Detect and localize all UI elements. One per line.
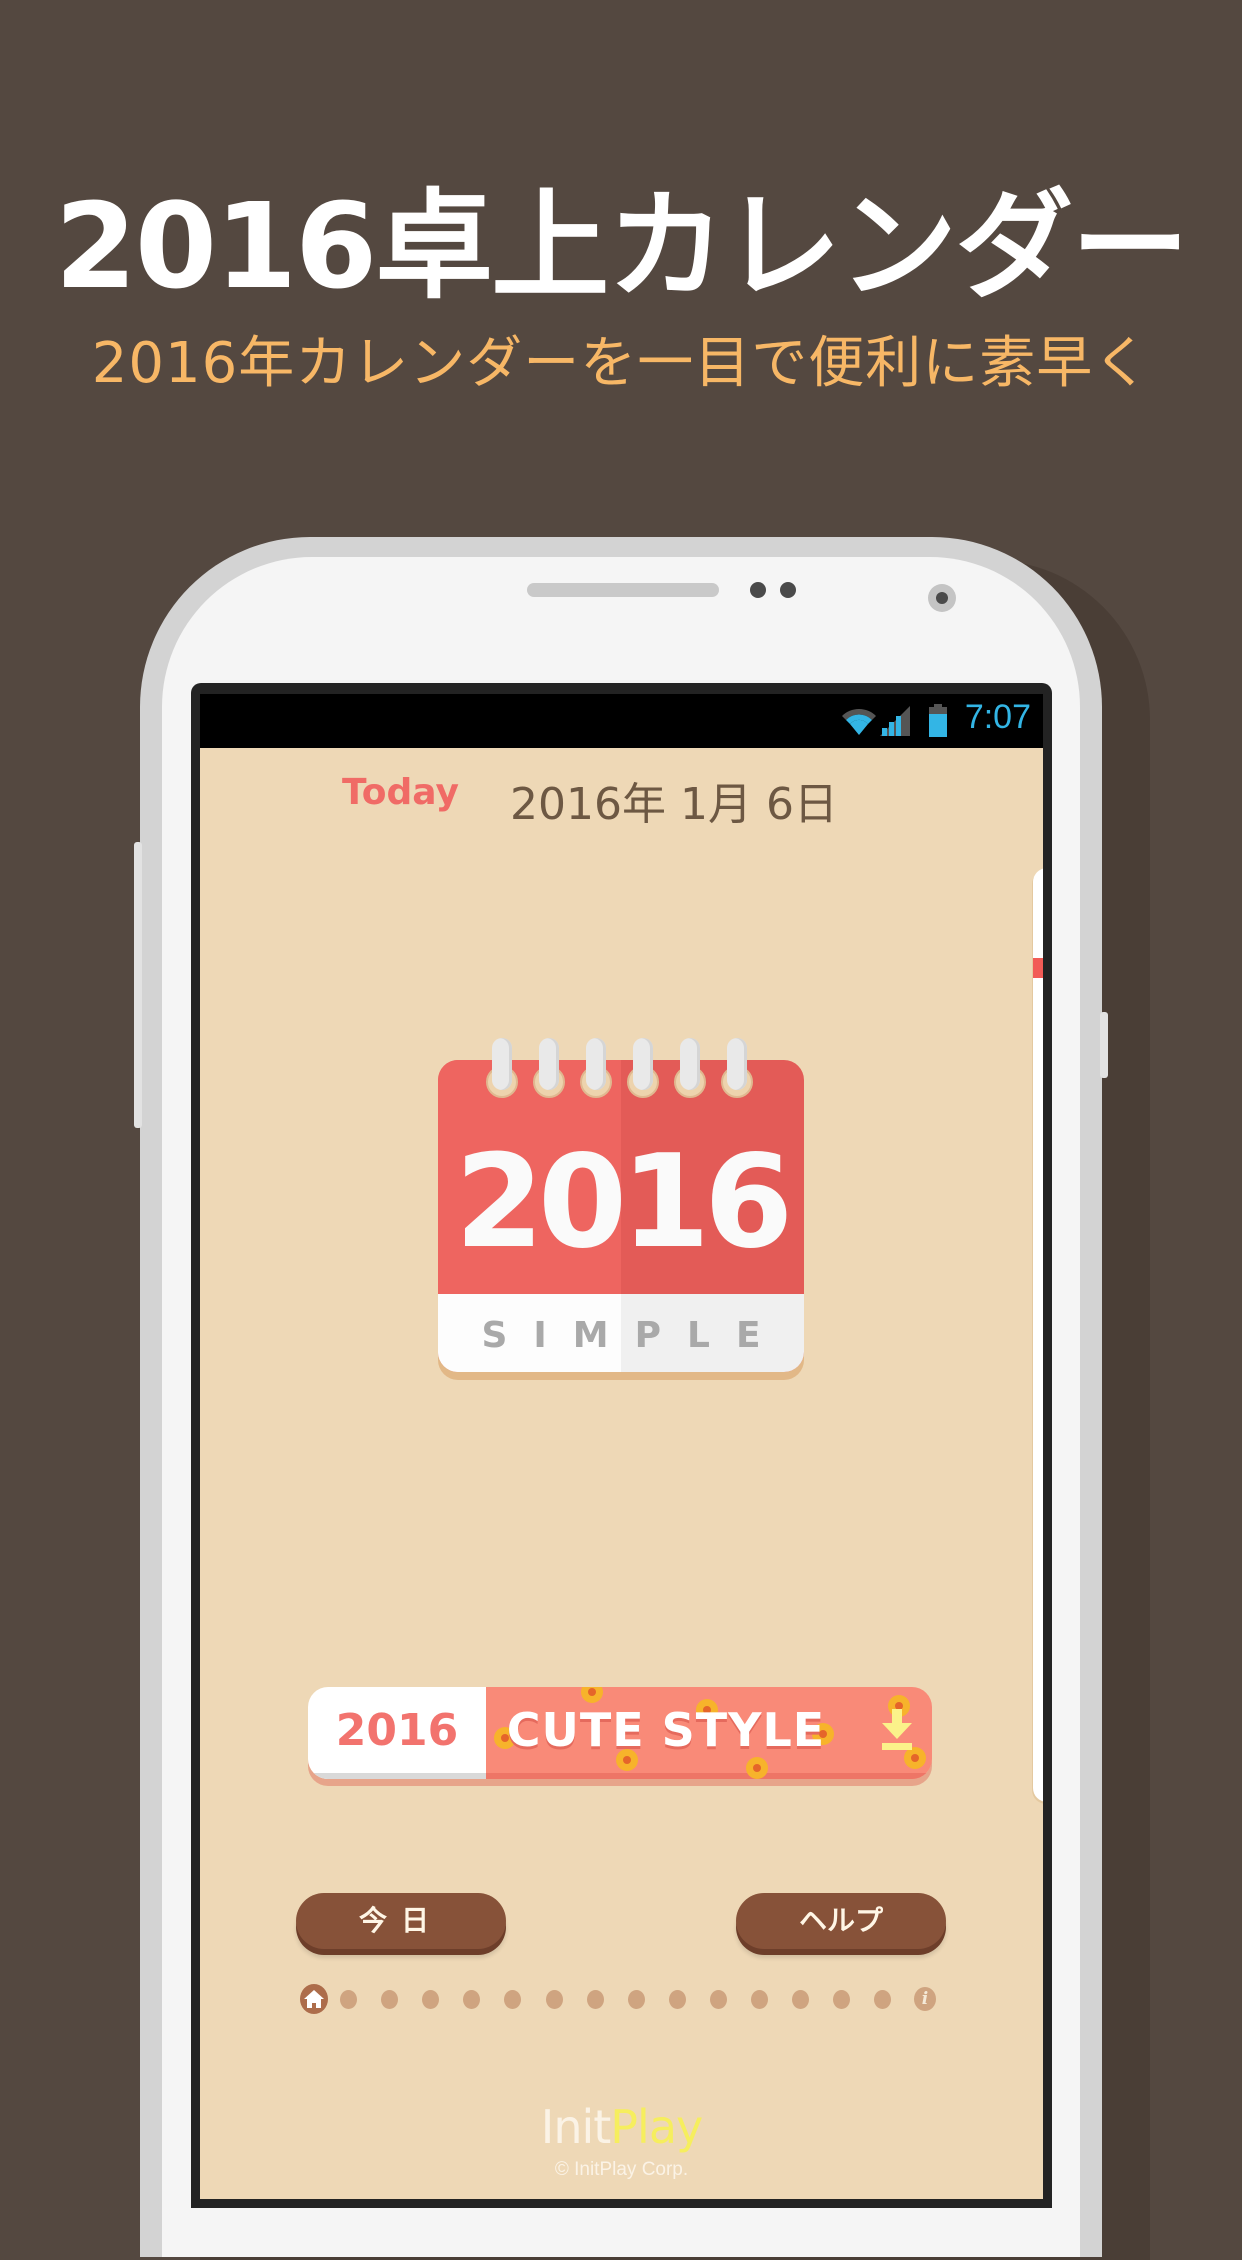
initplay-logo: InitPlay — [200, 2100, 1043, 2154]
phone-sensor — [780, 582, 796, 598]
cute-style-download-banner[interactable]: 2016 CUTE STYLE — [308, 1687, 932, 1779]
next-page-card-peek[interactable] — [1033, 868, 1043, 1802]
calendar-simple-style-button[interactable]: 2016 SIMPLE — [438, 1038, 804, 1372]
calendar-ring — [533, 1038, 565, 1098]
page-indicator: i — [300, 1984, 940, 2016]
page-dot[interactable] — [751, 1990, 768, 2009]
phone-sensor — [750, 582, 766, 598]
page-dot[interactable] — [381, 1990, 399, 2009]
promo-title: 2016卓上カレンダー — [54, 177, 1189, 315]
today-label[interactable]: Today — [342, 772, 459, 813]
calendar-body: 2016 SIMPLE — [438, 1060, 804, 1372]
page-dot[interactable] — [792, 1990, 810, 2009]
signal-icon — [880, 706, 910, 736]
phone-volume-button — [134, 842, 142, 1128]
next-page-card-stripe — [1033, 958, 1043, 978]
page-dot[interactable] — [833, 1990, 851, 2009]
info-icon[interactable]: i — [914, 1987, 936, 2011]
page-dot[interactable] — [586, 1990, 604, 2009]
logo-init-text: Init — [540, 2100, 612, 2154]
calendar-ring — [486, 1038, 518, 1098]
calendar-year: 2016 — [454, 1128, 793, 1277]
page-dot[interactable] — [874, 1990, 892, 2009]
page-dot[interactable] — [627, 1990, 645, 2009]
calendar-ring — [580, 1038, 612, 1098]
current-date: 2016年 1月 6日 — [510, 779, 838, 830]
flower-decoration — [581, 1687, 603, 1703]
promo-subtitle: 2016年カレンダーを一目で便利に素早く — [91, 331, 1151, 396]
copyright: © InitPlay Corp. — [554, 2159, 689, 2180]
calendar-ring — [627, 1038, 659, 1098]
app-screen: 7:07 Today 2016年 1月 6日 2016 SIMPLE 2016 … — [200, 694, 1043, 2199]
calendar-ring — [674, 1038, 706, 1098]
banner-title: CUTE STYLE — [506, 1703, 826, 1757]
page-dot[interactable] — [422, 1990, 440, 2009]
status-time: 7:07 — [964, 698, 1031, 736]
phone-power-button — [1100, 1012, 1108, 1078]
wifi-icon — [842, 708, 876, 735]
today-button[interactable]: 今日 — [296, 1893, 506, 1949]
page-dot[interactable] — [545, 1990, 563, 2009]
calendar-style-label: SIMPLE — [481, 1315, 787, 1356]
help-button[interactable]: ヘルプ — [736, 1893, 946, 1949]
flower-decoration — [746, 1757, 768, 1779]
status-bar: 7:07 — [200, 694, 1043, 748]
home-icon[interactable] — [300, 1984, 328, 2014]
page-dot[interactable] — [463, 1990, 481, 2009]
page-dot[interactable] — [709, 1990, 727, 2009]
battery-icon — [929, 704, 947, 737]
logo-play-text: Play — [610, 2100, 703, 2154]
page-dot[interactable] — [668, 1990, 686, 2009]
download-icon[interactable] — [882, 1709, 912, 1755]
phone-speaker — [527, 583, 719, 597]
page-dot[interactable] — [504, 1990, 522, 2009]
banner-year: 2016 — [335, 1705, 459, 1756]
calendar-ring — [721, 1038, 753, 1098]
page-dot[interactable] — [340, 1990, 357, 2009]
phone-camera — [928, 584, 956, 612]
